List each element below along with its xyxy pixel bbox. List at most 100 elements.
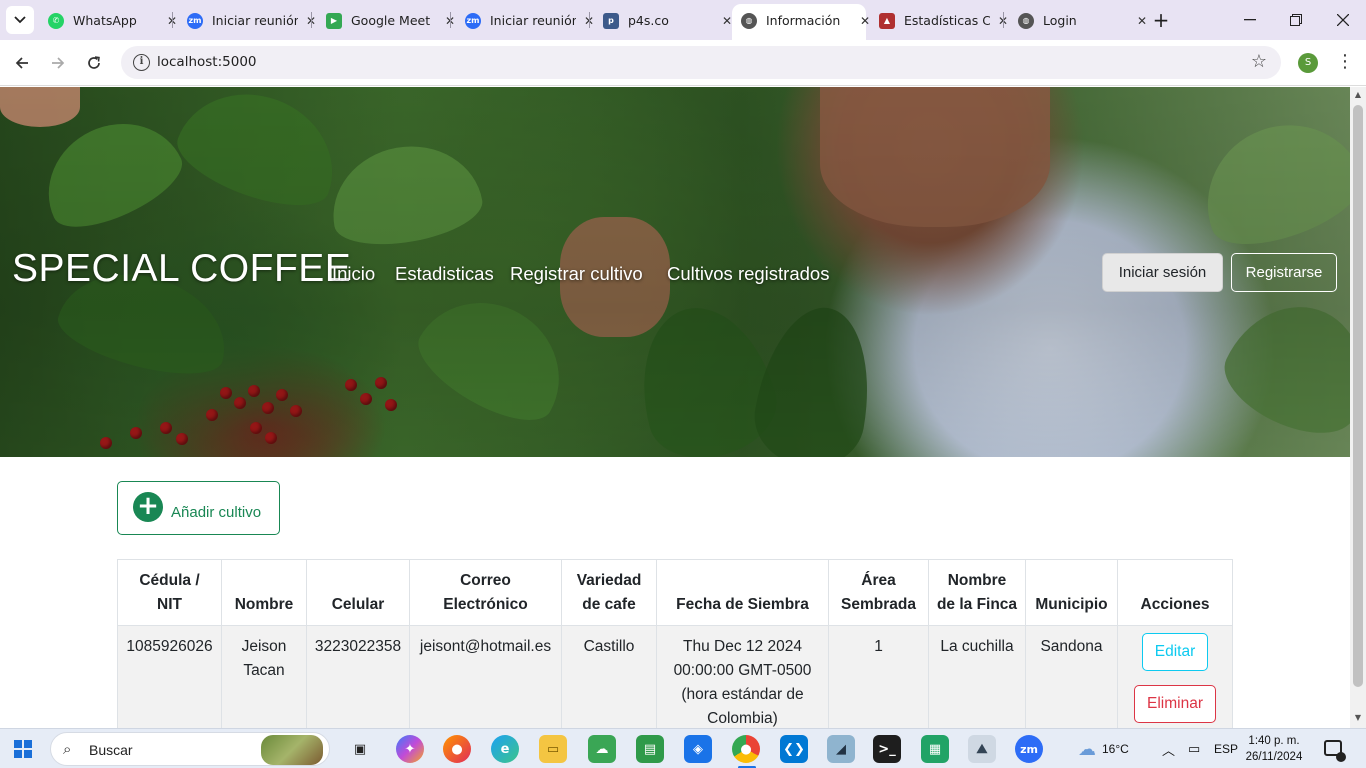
weather-widget[interactable]: ☁ 16°C [1078, 729, 1129, 768]
bookmark-star-icon[interactable]: ☆ [1251, 51, 1267, 72]
cell-area: 1 [828, 625, 929, 728]
cell-acciones: Editar Eliminar [1117, 625, 1233, 728]
windows-start-icon[interactable] [14, 740, 32, 758]
edge-icon[interactable]: e [491, 735, 519, 763]
app-green-icon[interactable]: ☁ [588, 735, 616, 763]
notification-badge [1336, 752, 1346, 762]
p4s-icon: p [603, 12, 619, 29]
profile-avatar[interactable]: S [1298, 53, 1318, 73]
tray-overflow-icon[interactable]: ︿ [1162, 729, 1175, 768]
header-cedula: Cédula / NIT [117, 559, 222, 626]
weather-temp: 16°C [1102, 742, 1129, 756]
cell-finca: La cuchilla [928, 625, 1026, 728]
file-explorer-icon[interactable]: ▭ [539, 735, 567, 763]
url-text[interactable]: localhost:5000 [157, 54, 257, 70]
google-meet-icon: ▶ [326, 12, 342, 29]
vscode-icon[interactable]: ❮❯ [780, 735, 808, 763]
nav-estadisticas[interactable]: Estadisticas [395, 263, 494, 285]
tab-iniciar-reunion-2[interactable]: zm Iniciar reunión ✕ [465, 7, 596, 34]
network-icon[interactable]: ▭ [1188, 729, 1200, 768]
tab-title: Estadísticas C [904, 13, 990, 28]
login-button[interactable]: Iniciar sesión [1102, 253, 1223, 292]
browser-menu-icon[interactable]: ⋮ [1336, 51, 1354, 72]
address-bar[interactable]: i localhost:5000 ☆ [121, 46, 1281, 79]
scroll-up-icon[interactable]: ▲ [1353, 90, 1363, 99]
site-brand[interactable]: SPECIAL COFFEE [12, 247, 351, 291]
tab-p4s[interactable]: p p4s.co ✕ [603, 7, 734, 34]
tab-login[interactable]: ◍ Login ✕ [1018, 7, 1149, 34]
table-header-row: Cédula / NIT Nombre Celular Correo Electró… [117, 559, 1233, 626]
search-highlight-image [261, 735, 323, 765]
header-variedad: Variedad de cafe [561, 559, 657, 626]
site-info-icon[interactable]: i [133, 54, 150, 71]
tab-separator [450, 12, 451, 28]
zoom-app-icon[interactable]: zm [1015, 735, 1043, 763]
tab-iniciar-reunion-1[interactable]: zm Iniciar reunión ✕ [187, 7, 318, 34]
copilot-icon[interactable]: ✦ [396, 735, 424, 763]
tab-title: Google Meet [351, 13, 431, 28]
whatsapp-icon: ✆ [48, 12, 64, 29]
crops-table: Cédula / NIT Nombre Celular Correo Electró… [117, 559, 1233, 728]
tab-whatsapp[interactable]: ✆ WhatsApp ✕ [48, 7, 179, 34]
cell-variedad: Castillo [561, 625, 657, 728]
stats-icon: ▲ [879, 12, 895, 29]
terminal-icon[interactable]: >_ [873, 735, 901, 763]
cell-correo: jeisont@hotmail.es [409, 625, 562, 728]
nav-registrar-cultivo[interactable]: Registrar cultivo [510, 263, 643, 285]
add-crop-label: Añadir cultivo [171, 504, 262, 521]
header-celular: Celular [306, 559, 410, 626]
register-button[interactable]: Registrarse [1231, 253, 1337, 292]
cell-cedula: 1085926026 [117, 625, 222, 728]
excel-icon[interactable]: ▦ [921, 735, 949, 763]
edit-button[interactable]: Editar [1142, 633, 1208, 671]
scroll-down-icon[interactable]: ▼ [1353, 713, 1363, 722]
cell-municipio: Sandona [1025, 625, 1118, 728]
reload-icon[interactable] [82, 51, 106, 75]
app-blue-icon[interactable]: ◢ [827, 735, 855, 763]
tab-title: WhatsApp [73, 13, 137, 28]
close-window-icon[interactable] [1331, 8, 1355, 32]
shield-app-icon[interactable]: ◈ [684, 735, 712, 763]
header-municipio: Municipio [1025, 559, 1118, 626]
page-scrollbar[interactable]: ▲ ▼ [1350, 87, 1366, 728]
new-tab-button[interactable]: + [1149, 8, 1173, 32]
table-row: 1085926026 Jeison Tacan 3223022358 jeison… [117, 625, 1233, 728]
tab-estadisticas[interactable]: ▲ Estadísticas C ✕ [879, 7, 1010, 34]
clock-time: 1:40 p. m. [1248, 735, 1300, 747]
forward-icon[interactable] [46, 51, 70, 75]
system-clock[interactable]: 1:40 p. m. 26/11/2024 [1240, 733, 1308, 765]
nav-cultivos-registrados[interactable]: Cultivos registrados [667, 263, 829, 285]
back-icon[interactable] [10, 51, 34, 75]
header-nombre: Nombre [221, 559, 307, 626]
windows-taskbar: ⌕ Buscar ▣ ✦ ● e ▭ ☁ ▤ ◈ ● ❮❯ ◢ >_ ▦ ⛰ z… [0, 728, 1366, 768]
task-view-icon[interactable]: ▣ [346, 735, 374, 763]
tab-informacion[interactable]: ◍ Información ✕ [741, 7, 872, 34]
tab-title: Información [766, 13, 841, 28]
tab-google-meet[interactable]: ▶ Google Meet ✕ [326, 7, 457, 34]
minimize-icon[interactable] [1238, 8, 1262, 32]
close-tab-icon[interactable]: ✕ [1135, 14, 1149, 28]
restore-icon[interactable] [1284, 8, 1308, 32]
tab-separator [172, 12, 173, 28]
notes-icon[interactable]: ▤ [636, 735, 664, 763]
firefox-icon[interactable]: ● [443, 735, 471, 763]
header-correo: Correo Electrónico [409, 559, 562, 626]
delete-button[interactable]: Eliminar [1134, 685, 1216, 723]
cell-celular: 3223022358 [306, 625, 410, 728]
tab-title: Login [1043, 13, 1077, 28]
tab-separator [589, 12, 590, 28]
tab-separator [1003, 12, 1004, 28]
nav-inicio[interactable]: Inicio [332, 263, 375, 285]
close-tab-icon[interactable]: ✕ [720, 14, 734, 28]
tab-search-button[interactable] [6, 6, 34, 34]
tab-separator [311, 12, 312, 28]
add-crop-button[interactable]: + Añadir cultivo [117, 481, 280, 535]
taskbar-search[interactable]: ⌕ Buscar [50, 732, 330, 766]
image-viewer-icon[interactable]: ⛰ [968, 735, 996, 763]
close-tab-icon[interactable]: ✕ [858, 14, 872, 28]
language-indicator[interactable]: ESP [1214, 729, 1238, 768]
chevron-down-icon [14, 16, 26, 24]
chrome-icon[interactable]: ● [732, 735, 760, 763]
plus-circle-icon: + [133, 492, 163, 522]
scroll-thumb[interactable] [1353, 105, 1363, 687]
